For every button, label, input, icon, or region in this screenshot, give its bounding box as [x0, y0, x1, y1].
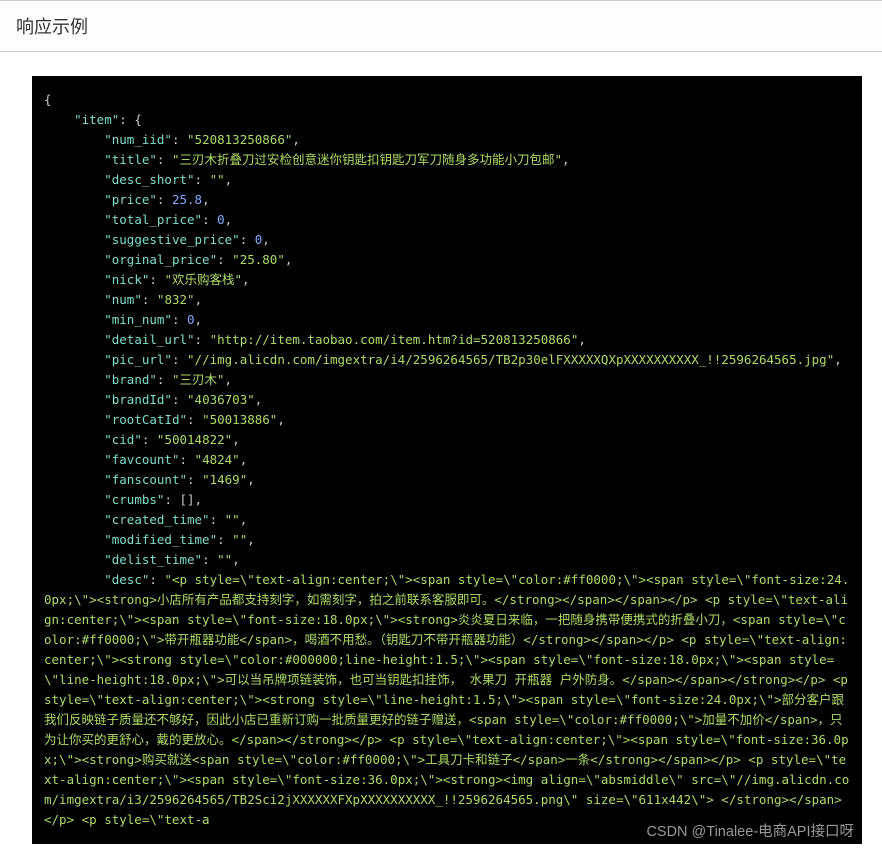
- section-header: 响应示例: [0, 0, 882, 52]
- code-container: { "item": { "num_iid": "520813250866", "…: [0, 52, 882, 844]
- section-title: 响应示例: [16, 13, 866, 39]
- json-code-block: { "item": { "num_iid": "520813250866", "…: [32, 76, 862, 844]
